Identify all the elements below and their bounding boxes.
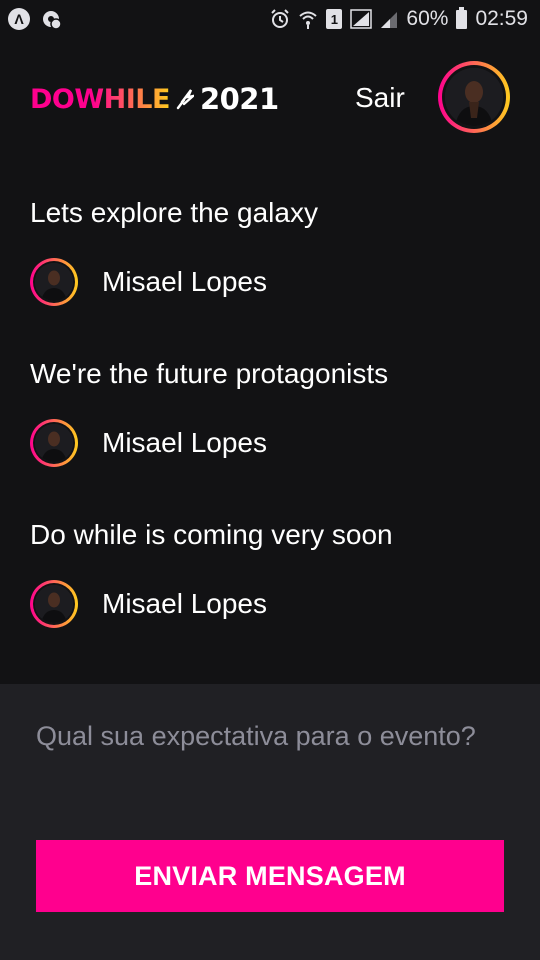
- send-message-button[interactable]: ENVIAR MENSAGEM: [36, 840, 504, 912]
- launcher-icon: Λ: [8, 8, 30, 30]
- battery-icon: [456, 6, 468, 29]
- author-avatar: [30, 258, 78, 306]
- alarm-icon: [270, 9, 290, 29]
- dowhile-logo: DOWHILE 2021: [30, 82, 279, 116]
- sim-icon: 1: [326, 9, 343, 29]
- clock-time: 02:59: [475, 7, 528, 30]
- message-item: Lets explore the galaxy Misael Lopes: [30, 196, 520, 306]
- author-name: Misael Lopes: [102, 266, 267, 297]
- message-text: We're the future protagonists: [30, 358, 389, 389]
- author-name: Misael Lopes: [102, 588, 267, 619]
- app-header: DOWHILE 2021 Sair: [0, 60, 540, 138]
- message-author: Misael Lopes: [30, 419, 520, 467]
- author-avatar: [30, 580, 78, 628]
- logo-word: DOWHILE: [30, 83, 170, 115]
- signal-icon: [350, 9, 373, 29]
- message-text: Do while is coming very soon: [30, 519, 393, 550]
- rocket-icon: [176, 89, 194, 110]
- status-bar: Λ 1 60% 02:59: [0, 0, 540, 38]
- message-composer: ENVIAR MENSAGEM: [0, 684, 540, 960]
- app-screen: Λ 1 60% 02:59 DOWHILE 2021 Sair Lets exp…: [0, 0, 540, 960]
- battery-percent: 60%: [406, 7, 449, 30]
- author-name: Misael Lopes: [102, 427, 267, 458]
- signal-icon: [380, 9, 398, 29]
- message-author: Misael Lopes: [30, 580, 520, 628]
- settings-gear-icon: [40, 8, 62, 30]
- user-avatar[interactable]: [438, 61, 510, 133]
- message-author: Misael Lopes: [30, 258, 520, 306]
- wifi-icon: [298, 9, 318, 29]
- message-item: We're the future protagonists Misael Lop…: [30, 357, 520, 467]
- avatar-photo: [445, 68, 503, 126]
- message-input[interactable]: [36, 706, 506, 766]
- author-avatar: [30, 419, 78, 467]
- message-item: Do while is coming very soon Misael Lope…: [30, 518, 520, 628]
- message-text: Lets explore the galaxy: [30, 197, 318, 228]
- logo-year: 2021: [199, 82, 279, 116]
- signout-button[interactable]: Sair: [355, 82, 405, 114]
